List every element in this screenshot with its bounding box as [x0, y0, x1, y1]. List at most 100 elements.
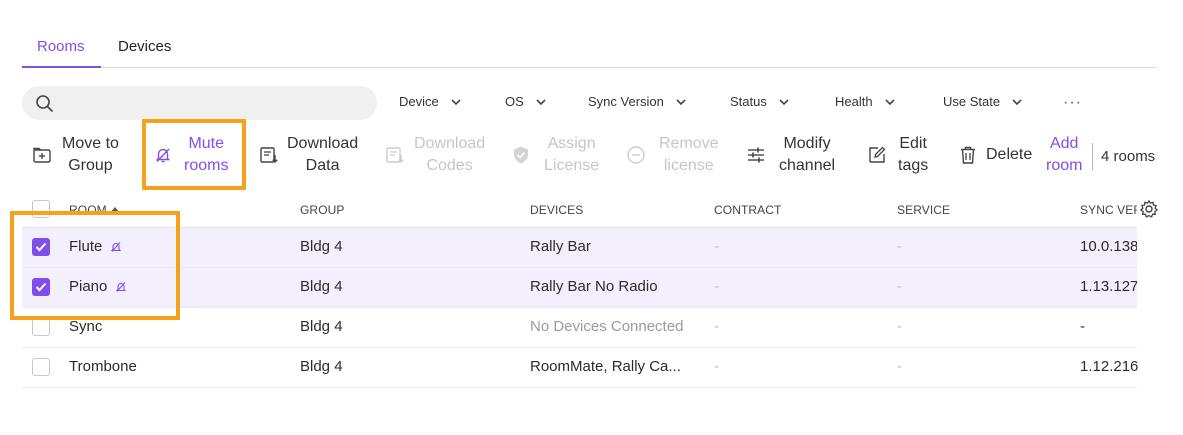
- header-service[interactable]: SERVICE: [897, 203, 950, 217]
- cell-sync-version: 1.12.216: [1080, 358, 1139, 375]
- download-data-label-1: Download: [287, 135, 359, 152]
- header-room[interactable]: ROOM: [69, 203, 120, 217]
- rooms-table: ROOM GROUP DEVICES CONTRACT SERVICE SYNC…: [22, 190, 1139, 388]
- filter-status-label: Status: [730, 94, 767, 109]
- tab-rooms[interactable]: Rooms: [37, 38, 85, 55]
- table-row[interactable]: Sync Bldg 4 No Devices Connected - - -: [22, 308, 1137, 348]
- checkmark-icon: [35, 282, 47, 292]
- cell-contract: -: [714, 238, 719, 255]
- tab-devices[interactable]: Devices: [118, 38, 171, 55]
- filter-os-label: OS: [505, 94, 524, 109]
- cell-contract: -: [714, 318, 719, 335]
- cell-room[interactable]: Sync: [69, 318, 102, 335]
- header-group[interactable]: GROUP: [300, 203, 345, 217]
- cell-devices: Rally Bar No Radio: [530, 278, 658, 295]
- cell-room[interactable]: Flute: [69, 238, 122, 255]
- table-row[interactable]: Trombone Bldg 4 RoomMate, Rally Ca... - …: [22, 348, 1139, 388]
- download-doc-icon: [384, 144, 406, 166]
- cell-service: -: [897, 358, 902, 375]
- mute-rooms-label-1: Mute: [188, 135, 225, 152]
- active-tab-indicator: [22, 66, 101, 68]
- download-codes-label-1: Download: [414, 135, 486, 152]
- cell-devices: RoomMate, Rally Ca...: [530, 358, 681, 375]
- gear-icon: [1140, 200, 1158, 218]
- select-all-checkbox[interactable]: [32, 200, 50, 218]
- header-devices[interactable]: DEVICES: [530, 203, 583, 217]
- table-row[interactable]: Piano Bldg 4 Rally Bar No Radio - - 1.13…: [22, 268, 1137, 308]
- add-room-label-2: room: [1046, 157, 1083, 174]
- chevron-down-icon: [676, 98, 686, 105]
- modify-channel-button[interactable]: Modify channel: [745, 133, 835, 177]
- assign-license-label-1: Assign: [547, 135, 596, 152]
- remove-license-button[interactable]: Remove license: [625, 133, 719, 177]
- edit-tags-button[interactable]: Edit tags: [866, 133, 928, 177]
- row-checkbox[interactable]: [32, 358, 50, 376]
- cell-room[interactable]: Trombone: [69, 358, 137, 375]
- cell-contract: -: [714, 278, 719, 295]
- assign-license-button[interactable]: Assign License: [510, 133, 599, 177]
- room-name: Piano: [69, 278, 108, 295]
- chevron-down-icon: [536, 98, 546, 105]
- download-codes-button[interactable]: Download Codes: [384, 133, 485, 177]
- cell-contract: -: [714, 358, 719, 375]
- remove-license-label-1: Remove: [659, 135, 719, 152]
- shield-check-icon: [510, 144, 532, 166]
- move-to-group-label-2: Group: [68, 157, 113, 174]
- cell-devices: Rally Bar: [530, 238, 591, 255]
- header-contract[interactable]: CONTRACT: [714, 203, 781, 217]
- table-row[interactable]: Flute Bldg 4 Rally Bar - - 10.0.138: [22, 228, 1137, 268]
- checkmark-icon: [35, 242, 47, 252]
- download-data-button[interactable]: Download Data: [258, 133, 358, 177]
- chevron-down-icon: [451, 98, 461, 105]
- assign-license-label-2: License: [544, 157, 600, 174]
- filter-status[interactable]: Status: [730, 94, 791, 109]
- bell-off-icon: [111, 242, 122, 252]
- search-icon: [36, 95, 53, 112]
- minus-circle-icon: [625, 144, 647, 166]
- search-input[interactable]: [22, 86, 377, 120]
- bell-off-icon: [116, 282, 127, 292]
- cell-group: Bldg 4: [300, 358, 343, 375]
- column-settings-button[interactable]: [1139, 199, 1159, 224]
- filter-use-state[interactable]: Use State: [943, 94, 1024, 109]
- move-to-group-label-1: Move to: [62, 135, 119, 152]
- cell-service: -: [897, 318, 902, 335]
- sort-ascending-icon: [111, 207, 120, 212]
- row-checkbox[interactable]: [32, 238, 50, 256]
- row-checkbox[interactable]: [32, 278, 50, 296]
- bell-off-icon: [152, 144, 174, 166]
- edit-tags-label-2: tags: [898, 157, 929, 174]
- mute-rooms-button[interactable]: Mute rooms: [152, 133, 228, 177]
- remove-license-label-2: license: [663, 157, 714, 174]
- filter-os[interactable]: OS: [505, 94, 548, 109]
- cell-devices: No Devices Connected: [530, 318, 684, 335]
- cell-sync-version: 1.13.127: [1080, 278, 1137, 295]
- cell-group: Bldg 4: [300, 238, 343, 255]
- modify-channel-label-1: Modify: [783, 135, 831, 152]
- filter-sync-version[interactable]: Sync Version: [588, 94, 688, 109]
- header-sync-version[interactable]: SYNC VER: [1080, 203, 1137, 217]
- cell-sync-version: 10.0.138: [1080, 238, 1137, 255]
- filter-device[interactable]: Device: [399, 94, 463, 109]
- add-room-label-1: Add: [1049, 135, 1079, 152]
- row-checkbox[interactable]: [32, 318, 50, 336]
- delete-label: Delete: [986, 146, 1033, 163]
- filter-use-state-label: Use State: [943, 94, 1001, 109]
- table-header: ROOM GROUP DEVICES CONTRACT SERVICE SYNC…: [22, 190, 1137, 228]
- room-name: Flute: [69, 238, 103, 255]
- add-room-button[interactable]: Add room: [1046, 133, 1082, 177]
- more-filters-button[interactable]: ···: [1063, 94, 1082, 112]
- download-data-label-2: Data: [305, 157, 340, 174]
- download-doc-icon: [258, 144, 280, 166]
- filter-health[interactable]: Health: [835, 94, 897, 109]
- move-to-group-button[interactable]: Move to Group: [31, 133, 119, 177]
- cell-room[interactable]: Piano: [69, 278, 127, 295]
- chevron-down-icon: [1012, 98, 1022, 105]
- chevron-down-icon: [779, 98, 789, 105]
- download-codes-label-2: Codes: [426, 157, 473, 174]
- filter-device-label: Device: [399, 94, 439, 109]
- mute-rooms-label-2: rooms: [184, 157, 229, 174]
- tab-bar: Rooms Devices: [22, 0, 1157, 68]
- delete-button[interactable]: Delete: [957, 144, 1032, 166]
- cell-sync-version: -: [1080, 318, 1085, 335]
